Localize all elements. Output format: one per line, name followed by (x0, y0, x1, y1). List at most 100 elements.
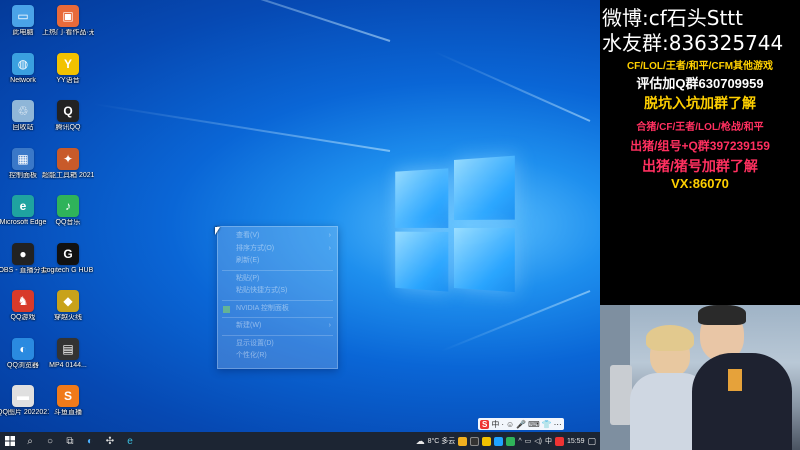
tray-app-icon[interactable] (482, 436, 492, 446)
desktop[interactable]: ▭此电脑▣上热门·看作品·无二维◍NetworkYYY语音♲回收站Q腾讯QQ▦控… (0, 0, 600, 432)
qq-browser-taskbar-icon[interactable]: ◐ (80, 432, 100, 450)
context-menu-item[interactable]: 粘贴(P) (218, 273, 337, 286)
recycle-bin-icon: ♲ (12, 100, 34, 122)
douyu-icon: S (57, 385, 79, 407)
desktop-icon-label: 超能工具箱 2021 (42, 171, 94, 179)
network-icon[interactable]: ▭ (525, 437, 532, 445)
desktop-icon-toolbox[interactable]: ✦ 超能工具箱 2021 (42, 147, 94, 180)
context-menu-label: 查看(V) (236, 232, 260, 239)
door (610, 365, 632, 425)
context-menu-item[interactable]: 刷新(E) (218, 255, 337, 268)
tencent-qq-icon: Q (57, 100, 79, 122)
ime-toolbar[interactable]: S 中 · ☺ 🎤 ⌨ 👕 ⋯ (478, 418, 564, 430)
menu-separator (222, 334, 333, 336)
fan-app-taskbar-icon[interactable]: ✣ (100, 432, 120, 450)
ime-item[interactable]: · (501, 420, 504, 429)
overlay-text-line: 合猪/CF/王者/LOL/枪战/和平 (636, 122, 764, 133)
context-menu-item[interactable]: 个性化(R) (218, 350, 337, 363)
context-menu-label: 个性化(R) (236, 352, 267, 359)
desktop-icon-qq-music[interactable]: ♪ QQ音乐 (42, 195, 94, 227)
input-language[interactable]: 中 (545, 436, 552, 446)
logo-pane (454, 228, 515, 293)
cortana-icon[interactable]: ○ (40, 432, 60, 450)
context-menu-label: 新建(W) (236, 322, 262, 329)
mouse-cursor (215, 227, 220, 235)
desktop-icon-label: QQ音乐 (55, 219, 81, 226)
context-menu-item[interactable]: 排序方式(O) › (218, 243, 337, 256)
desktop-icon-game-center[interactable]: ◆ 穿越火线 (42, 290, 94, 322)
edge-taskbar-icon[interactable]: e (120, 432, 140, 450)
microsoft-edge-icon: e (12, 195, 34, 217)
context-menu-item[interactable]: 粘贴快捷方式(S) (218, 285, 337, 298)
emoji-icon[interactable]: ☺ (506, 420, 514, 429)
sogou-tray-icon[interactable] (554, 436, 564, 446)
task-view-icon[interactable]: ⧉ (60, 432, 80, 450)
search-icon[interactable]: ⌕ (20, 432, 40, 450)
qq-browser-icon: ◐ (12, 337, 34, 360)
context-menu-label: 排序方式(O) (236, 244, 275, 252)
skin-icon[interactable]: 👕 (542, 420, 552, 429)
tray-app-icon[interactable] (494, 436, 504, 446)
person-right-hair (698, 305, 746, 325)
tray-app-icon[interactable] (470, 436, 480, 446)
menu-separator (222, 299, 333, 301)
overlay-text-line: VX:86070 (671, 176, 729, 191)
desktop-icon-label: 上热门·看作品·无二维 (42, 29, 94, 36)
weather-icon[interactable]: ☁ (416, 436, 425, 447)
person-left-hair (646, 325, 694, 351)
more-icon[interactable]: ⋯ (554, 420, 562, 429)
mic-icon[interactable]: 🎤 (516, 420, 526, 429)
overlay-text-line: 出猪/猪号加群了解 (642, 158, 758, 174)
ime-item[interactable]: 中 (491, 419, 499, 430)
overlay-text-line: 脱坑入坑加群了解 (644, 95, 756, 111)
light-beam (441, 290, 591, 352)
desktop-icon-shop-app[interactable]: ▣ 上热门·看作品·无二维 (42, 5, 94, 37)
desktop-icon-mp4-file[interactable]: ▤ MP4 0144... (42, 337, 94, 370)
context-menu-label: NVIDIA 控制面板 (236, 304, 289, 312)
tray-app-icon[interactable] (458, 436, 468, 446)
game-center-icon: ◆ (57, 290, 79, 312)
context-menu-item[interactable]: 显示设置(D) (218, 338, 337, 351)
desktop-icon-yy-voice[interactable]: Y YY语音 (42, 52, 94, 85)
context-menu-label: 刷新(E) (236, 257, 260, 264)
tray-app-icon[interactable] (506, 436, 516, 446)
submenu-arrow-icon: › (328, 244, 331, 252)
system-tray: ☁ 8°C 多云 ^ ▭ ◁) 中 15:59 ▢ (416, 432, 600, 450)
context-menu-label: 显示设置(D) (236, 339, 274, 347)
shop-app-icon: ▣ (57, 5, 79, 27)
light-beam (93, 103, 391, 152)
weather-text[interactable]: 8°C 多云 (428, 436, 456, 446)
qq-music-icon: ♪ (57, 195, 79, 217)
context-menu: 查看(V) › 排序方式(O) › 刷新(E) 粘贴(P) 粘贴快捷方式(S) NVIDIA … (217, 226, 338, 369)
taskbar: ⌕ ○ ⧉ ◐ ✣ e ☁ 8°C 多云 ^ ▭ ◁) 中 15:59 ▢ (0, 432, 600, 450)
keyboard-icon[interactable]: ⌨ (528, 420, 540, 429)
windows-logo (395, 155, 521, 297)
context-menu-item[interactable]: NVIDIA 控制面板 (218, 303, 337, 316)
yy-voice-icon: Y (57, 52, 79, 75)
overlay-text-line: CF/LOL/王者/和平/CFM其他游戏 (626, 61, 774, 72)
notification-icon[interactable]: ▢ (587, 436, 596, 447)
volume-icon[interactable]: ◁) (534, 437, 542, 445)
toolbox-icon: ✦ (57, 147, 79, 170)
control-panel-icon: ▦ (12, 147, 34, 170)
stream-overlay-panel: 微博:cf石头Sttt 水友群:836325744 CF/LOL/王者/和平/CFM… (600, 0, 800, 305)
clock[interactable]: 15:59 (567, 438, 585, 445)
chevron-up-icon[interactable]: ^ (518, 438, 521, 445)
mp4-file-icon: ▤ (57, 337, 79, 360)
desktop-icon-logitech-g[interactable]: G Logitech G HUB (42, 242, 94, 275)
context-menu-item[interactable]: 新建(W) › (218, 320, 337, 333)
logitech-g-icon: G (57, 242, 79, 265)
desktop-icon-label: 斗鱼直播 (54, 409, 82, 416)
desktop-icon-tencent-qq[interactable]: Q 腾讯QQ (42, 100, 94, 132)
submenu-arrow-icon: › (328, 232, 331, 239)
network-icon: ◍ (12, 52, 34, 75)
desktop-icon-label: YY语音 (56, 76, 80, 84)
sogou-ime-icon[interactable]: S (480, 419, 490, 429)
context-menu-item[interactable]: 查看(V) › (218, 230, 337, 243)
start-button[interactable] (0, 432, 20, 450)
desktop-icon-label: 腾讯QQ (55, 124, 81, 131)
context-menu-label: 粘贴(P) (236, 274, 260, 282)
submenu-arrow-icon: › (328, 322, 331, 329)
menu-separator (222, 317, 333, 318)
desktop-icon-douyu[interactable]: S 斗鱼直播 (42, 385, 94, 417)
